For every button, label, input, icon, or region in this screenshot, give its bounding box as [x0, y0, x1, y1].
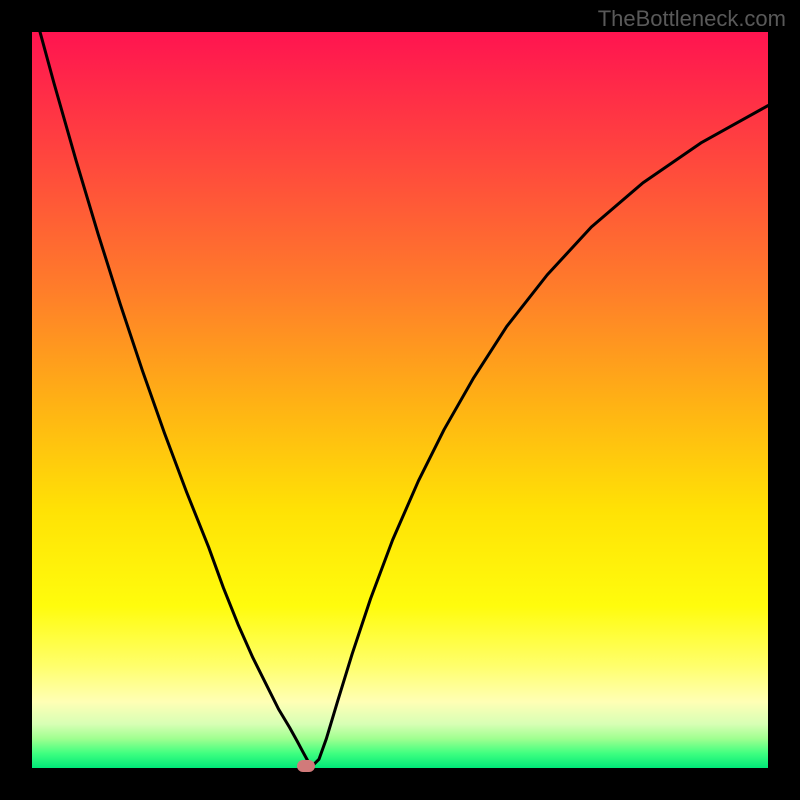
optimum-marker — [297, 760, 315, 772]
chart-plot-area — [32, 32, 768, 768]
bottleneck-curve — [32, 32, 768, 768]
watermark-text: TheBottleneck.com — [598, 6, 786, 32]
